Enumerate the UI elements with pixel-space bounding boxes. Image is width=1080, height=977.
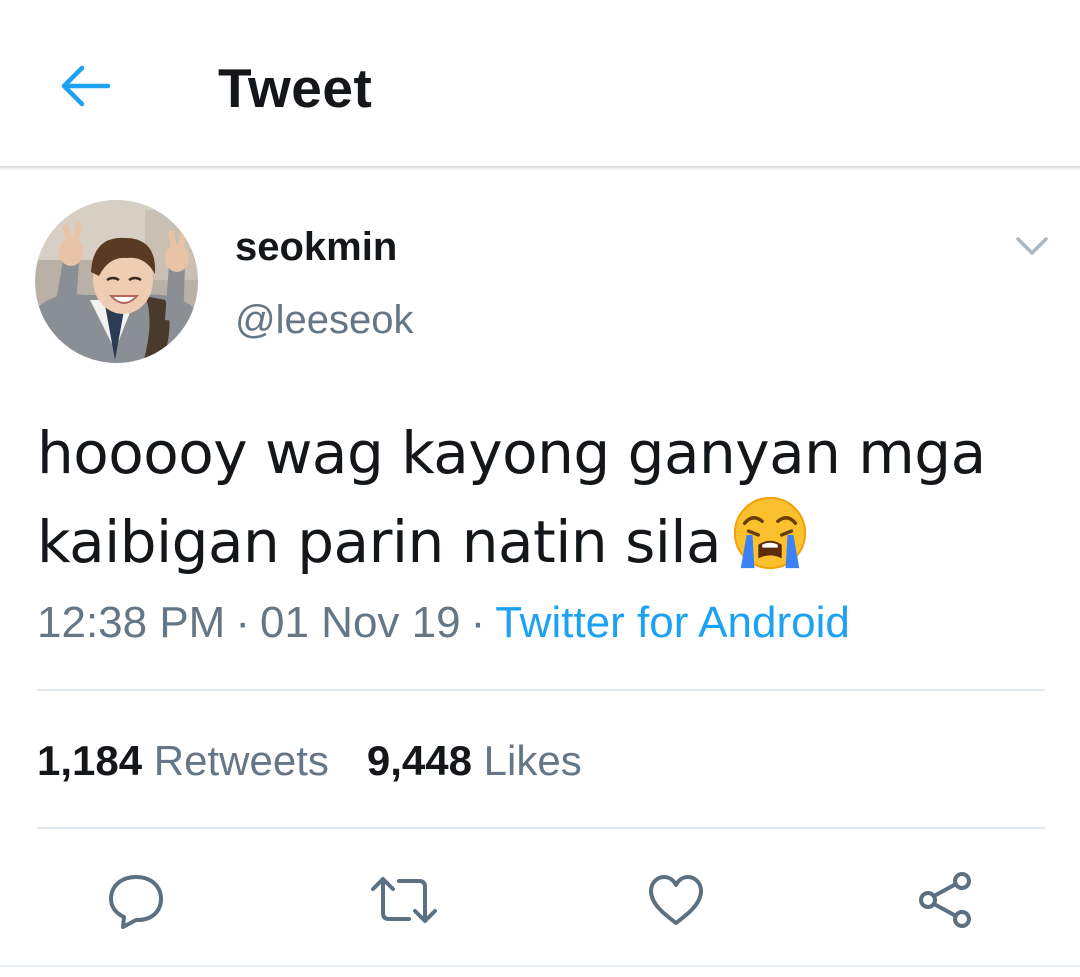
meta-separator: · <box>235 598 250 647</box>
share-button[interactable] <box>905 860 985 940</box>
top-app-bar: Tweet <box>0 0 1080 168</box>
tweet-meta: 12:38 PM · 01 Nov 19 · Twitter for Android <box>37 598 850 648</box>
page-title: Tweet <box>218 57 373 119</box>
likes-count: 9,448 <box>366 737 472 784</box>
divider <box>37 827 1045 829</box>
user-handle[interactable]: @leeseok <box>235 298 413 343</box>
tweet-text-line-2: kaibigan parin natin sila <box>37 494 1047 583</box>
tweet-detail-screen: Tweet seokmin @leeseok hooooy wag kayong… <box>0 0 1080 977</box>
reply-icon <box>109 875 163 929</box>
tweet-source-link[interactable]: Twitter for Android <box>495 598 850 647</box>
tweet-text-line-2-text: kaibigan parin natin sila <box>37 508 722 576</box>
retweet-button[interactable] <box>364 860 444 940</box>
retweets-count: 1,184 <box>37 737 143 784</box>
meta-separator: · <box>470 598 486 647</box>
action-bar <box>0 860 1080 940</box>
likes-stat[interactable]: 9,448 Likes <box>367 737 582 785</box>
bottom-divider <box>0 965 1080 967</box>
avatar-photo <box>35 200 198 363</box>
arrow-left-icon <box>61 65 111 107</box>
back-button[interactable] <box>55 58 115 114</box>
likes-label: Likes <box>483 737 582 784</box>
tweet-time: 12:38 PM <box>37 598 226 647</box>
avatar[interactable] <box>35 200 198 363</box>
retweets-stat[interactable]: 1,184 Retweets <box>37 737 329 785</box>
more-options-button[interactable] <box>1010 228 1054 264</box>
loudly-crying-face-icon <box>734 496 807 570</box>
tweet-text-line-1: hooooy wag kayong ganyan mga <box>37 419 986 487</box>
share-icon <box>919 872 971 928</box>
retweet-icon <box>371 877 437 923</box>
header-divider <box>0 166 1080 171</box>
display-name[interactable]: seokmin <box>235 225 397 270</box>
tweet-date: 01 Nov 19 <box>260 598 461 647</box>
retweets-label: Retweets <box>153 737 329 784</box>
tweet-stats: 1,184 Retweets 9,448 Likes <box>37 737 582 785</box>
like-button[interactable] <box>636 860 716 940</box>
heart-icon <box>649 875 703 925</box>
divider <box>37 689 1045 691</box>
chevron-down-icon <box>1016 237 1048 255</box>
tweet-text: hooooy wag kayong ganyan mga kaibigan pa… <box>37 412 1047 583</box>
reply-button[interactable] <box>96 860 176 940</box>
